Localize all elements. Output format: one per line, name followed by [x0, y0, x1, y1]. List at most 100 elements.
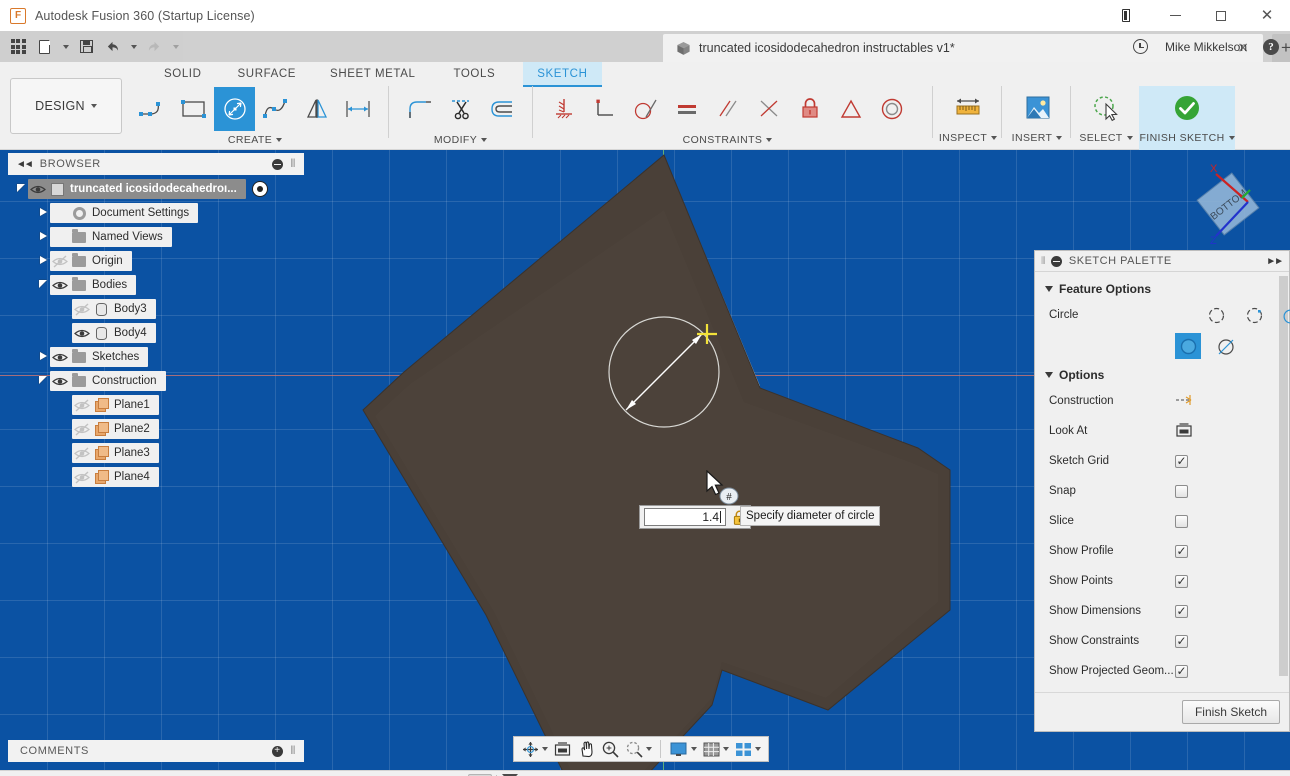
spline-icon[interactable] [255, 87, 296, 131]
2-tangent-circle-icon[interactable] [1175, 333, 1201, 359]
construction-line-icon[interactable] [1175, 392, 1193, 411]
add-comment-icon[interactable]: + [272, 746, 283, 757]
collapse-node-icon[interactable] [36, 376, 50, 386]
visibility-eye-icon[interactable] [72, 303, 91, 316]
line-icon[interactable] [132, 87, 173, 131]
canvas-area[interactable]: # 1.4 Specify diameter of circle BOTTOM [0, 150, 1290, 770]
pan-icon[interactable] [575, 738, 598, 760]
node-body[interactable]: Body3 [72, 299, 156, 319]
close-button[interactable]: ✕ [1244, 0, 1290, 31]
zoom-icon[interactable] [599, 738, 622, 760]
perpendicular-icon[interactable] [584, 87, 625, 131]
help-icon[interactable]: ? [1258, 34, 1284, 60]
browser-node-document-settings[interactable]: Document Settings [8, 201, 304, 225]
browser-node-construction[interactable]: Construction [8, 369, 304, 393]
maximize-button[interactable] [1198, 0, 1244, 31]
tangent-icon[interactable] [625, 87, 666, 131]
collapse-node-icon[interactable] [14, 184, 28, 194]
node-body[interactable]: Bodies [50, 275, 136, 295]
browser-node-body3[interactable]: Body3 [8, 297, 304, 321]
checkbox-show-profile[interactable] [1175, 545, 1188, 558]
browser-node-plane2[interactable]: Plane2 [8, 417, 304, 441]
panel-finish-sketch[interactable]: FINISH SKETCH [1139, 86, 1235, 150]
finish-sketch-button[interactable]: Finish Sketch [1182, 700, 1280, 724]
grid-snaps-icon[interactable] [700, 738, 731, 760]
tab-sheet-metal[interactable]: SHEET METAL [316, 62, 429, 87]
visibility-eye-icon[interactable] [72, 423, 91, 436]
new-document-caret-icon[interactable] [57, 34, 73, 60]
visibility-eye-icon[interactable] [28, 183, 47, 196]
coincident-icon[interactable] [748, 87, 789, 131]
3-tangent-circle-icon[interactable] [1213, 333, 1239, 359]
browser-node-plane3[interactable]: Plane3 [8, 441, 304, 465]
panel-label-constraints[interactable]: CONSTRAINTS [683, 132, 773, 148]
tab-sketch[interactable]: SKETCH [523, 62, 601, 87]
horizontal-vertical-icon[interactable] [543, 87, 584, 131]
circle-icon[interactable] [214, 87, 255, 131]
finish-sketch-check-icon[interactable] [1173, 86, 1201, 130]
checkbox-sketch-grid[interactable] [1175, 455, 1188, 468]
tab-solid[interactable]: SOLID [150, 62, 216, 87]
node-body[interactable]: Sketches [50, 347, 148, 367]
node-body[interactable]: Plane2 [72, 419, 159, 439]
tab-tools[interactable]: TOOLS [439, 62, 509, 87]
activate-component-icon[interactable] [252, 181, 268, 197]
symmetry-icon[interactable] [830, 87, 871, 131]
expand-icon[interactable] [36, 352, 50, 362]
node-body[interactable]: Plane1 [72, 395, 159, 415]
visibility-eye-icon[interactable] [72, 399, 91, 412]
undo-icon[interactable] [99, 34, 125, 60]
display-settings-icon[interactable] [667, 738, 699, 760]
expand-icon[interactable] [36, 256, 50, 266]
panel-label-inspect[interactable]: INSPECT [939, 130, 997, 146]
workspace-selector[interactable]: DESIGN [10, 78, 122, 134]
app-grid-icon[interactable] [5, 34, 31, 60]
palette-expand-icon[interactable]: ►► [1266, 256, 1282, 267]
concentric-icon[interactable] [871, 87, 912, 131]
panel-label-create[interactable]: CREATE [228, 132, 282, 148]
rectangle-icon[interactable] [173, 87, 214, 131]
viewports-icon[interactable] [732, 738, 763, 760]
browser-node-truncated-icosidodecahedro[interactable]: truncated icosidodecahedroı... [8, 177, 304, 201]
minimize-panel-icon[interactable] [272, 159, 283, 170]
node-body[interactable]: Construction [50, 371, 166, 391]
view-cube[interactable]: BOTTOM X Z [1182, 160, 1270, 248]
section-options[interactable]: Options [1035, 362, 1289, 386]
fit-icon[interactable] [623, 738, 654, 760]
redo-icon[interactable] [141, 34, 167, 60]
browser-node-plane1[interactable]: Plane1 [8, 393, 304, 417]
checkbox-show-dimensions[interactable] [1175, 605, 1188, 618]
expand-icon[interactable] [36, 208, 50, 218]
center-diameter-circle-icon[interactable] [1203, 302, 1229, 328]
palette-minimize-icon[interactable] [1051, 256, 1062, 267]
save-icon[interactable] [73, 34, 99, 60]
browser-node-body4[interactable]: Body4 [8, 321, 304, 345]
panel-label-select[interactable]: SELECT [1079, 130, 1132, 146]
user-name[interactable]: Mike Mikkelson [1156, 40, 1256, 54]
trim-icon[interactable] [440, 87, 481, 131]
equal-icon[interactable] [666, 87, 707, 131]
grip-icon[interactable]: ⦀ [291, 158, 296, 171]
job-status-clock-icon[interactable] [1128, 34, 1154, 60]
select-lasso-icon[interactable] [1089, 86, 1123, 130]
checkbox-show-projected-geom[interactable] [1175, 665, 1188, 678]
visibility-eye-icon[interactable] [50, 255, 69, 268]
node-body[interactable]: Origin [50, 251, 132, 271]
look-at-icon[interactable] [1175, 422, 1193, 441]
browser-node-sketches[interactable]: Sketches [8, 345, 304, 369]
panel-label-modify[interactable]: MODIFY [434, 132, 487, 148]
visibility-eye-icon[interactable] [50, 279, 69, 292]
browser-node-origin[interactable]: Origin [8, 249, 304, 273]
checkbox-show-constraints[interactable] [1175, 635, 1188, 648]
section-feature-options[interactable]: Feature Options [1035, 276, 1289, 300]
diameter-input[interactable]: 1.4 [644, 508, 726, 526]
parallel-icon[interactable] [707, 87, 748, 131]
cast-icon[interactable] [1106, 0, 1152, 31]
node-body[interactable]: Named Views [50, 227, 172, 247]
node-body[interactable]: truncated icosidodecahedroı... [28, 179, 246, 199]
node-body[interactable]: Plane4 [72, 467, 159, 487]
redo-caret-icon[interactable] [167, 34, 183, 60]
node-body[interactable]: Body4 [72, 323, 156, 343]
visibility-eye-icon[interactable] [50, 351, 69, 364]
dimension-input-box[interactable]: 1.4 [639, 505, 751, 529]
